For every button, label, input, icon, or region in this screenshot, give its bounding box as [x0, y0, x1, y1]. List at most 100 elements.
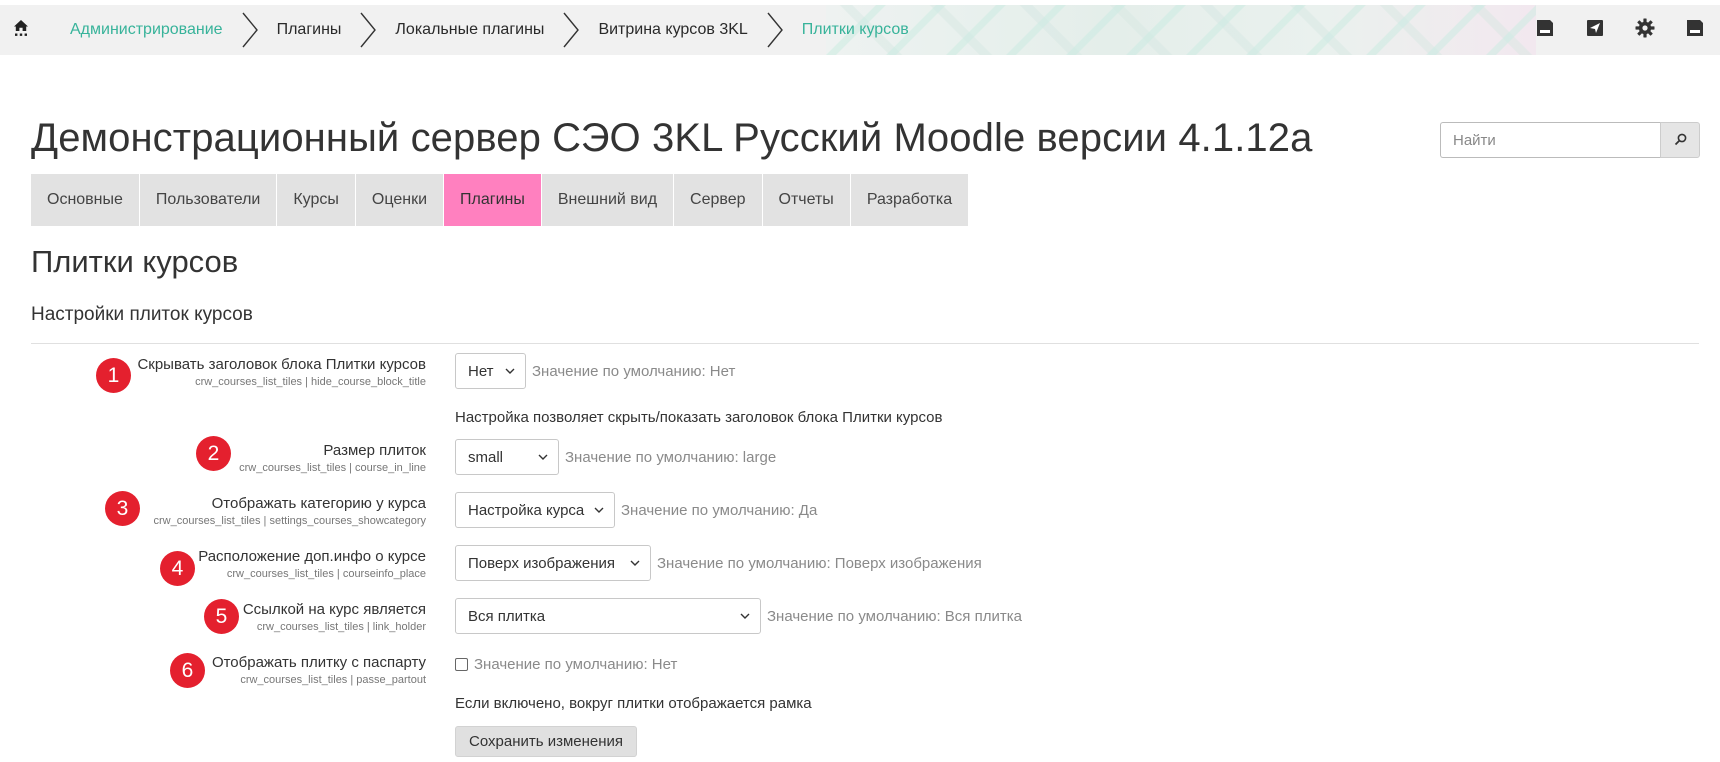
home-button[interactable] [0, 5, 42, 55]
setting-control: Поверх изображения Значение по умолчанию… [455, 545, 982, 581]
show-category-select[interactable]: Настройка курса [455, 492, 615, 528]
setting-key: crw_courses_list_tiles | courseinfo_plac… [226, 568, 426, 580]
setting-label: Отображать категорию у курса crw_courses… [154, 495, 426, 529]
tab-grades[interactable]: Оценки [355, 174, 444, 226]
search-icon [1674, 131, 1687, 150]
admin-tabs: Основные Пользователи Курсы Оценки Плаги… [31, 174, 969, 226]
hide-title-select[interactable]: Нет [455, 353, 526, 389]
setting-key: crw_courses_list_tiles | link_holder [256, 621, 426, 633]
select-value: Настройка курса [468, 501, 585, 519]
save-changes-button[interactable]: Сохранить изменения [455, 726, 638, 757]
chevron-down-icon [740, 611, 750, 621]
default-value: Значение по умолчанию: large [565, 448, 777, 466]
setting-description: Если включено, вокруг плитки отображаетс… [455, 695, 812, 712]
setting-key: crw_courses_list_tiles | course_in_line [239, 462, 426, 474]
breadcrumb-label[interactable]: Плагины [259, 21, 360, 39]
page-heading: Плитки курсов [31, 244, 239, 279]
select-value: Поверх изображения [468, 554, 615, 572]
step-badge: 1 [96, 358, 131, 393]
setting-name: Скрывать заголовок блока Плитки курсов [137, 356, 426, 373]
tab-general[interactable]: Основные [31, 174, 139, 226]
setting-control: Нет Значение по умолчанию: Нет [455, 353, 735, 389]
setting-label: Расположение доп.инфо о курсе crw_course… [198, 548, 426, 582]
setting-key: crw_courses_list_tiles | settings_course… [153, 515, 426, 527]
setting-control: Настройка курса Значение по умолчанию: Д… [455, 492, 817, 528]
tile-size-select[interactable]: small [455, 439, 559, 475]
default-value: Значение по умолчанию: Нет [474, 656, 678, 673]
search-form [1440, 122, 1700, 158]
chevron-down-icon [505, 366, 515, 376]
tab-reports[interactable]: Отчеты [762, 174, 850, 226]
breadcrumb-label[interactable]: Витрина курсов 3KL [580, 21, 765, 39]
top-navbar: Администрирование Плагины Локальные плаг… [0, 5, 1720, 55]
setting-control: Значение по умолчанию: Нет [455, 656, 677, 673]
setting-name: Отображать категорию у курса [211, 495, 426, 512]
chevron-right-icon [767, 12, 783, 48]
breadcrumb-label[interactable]: Локальные плагины [377, 21, 562, 39]
step-badge: 5 [204, 599, 239, 634]
breadcrumb-item-plugins[interactable]: Плагины [259, 5, 378, 55]
select-value: small [468, 448, 504, 466]
default-value: Значение по умолчанию: Поверх изображени… [657, 554, 982, 572]
chevron-down-icon [630, 558, 640, 568]
step-badge: 6 [170, 653, 205, 688]
setting-label: Ссылкой на курс является crw_courses_lis… [243, 601, 426, 635]
setting-key: crw_courses_list_tiles | hide_course_blo… [195, 376, 426, 388]
tab-appearance[interactable]: Внешний вид [541, 174, 674, 226]
tab-users[interactable]: Пользователи [139, 174, 277, 226]
passe-partout-checkbox[interactable] [455, 658, 468, 671]
default-value: Значение по умолчанию: Вся плитка [767, 607, 1022, 625]
save-button[interactable] [1670, 5, 1720, 55]
tab-plugins[interactable]: Плагины [444, 174, 541, 226]
setting-label: Скрывать заголовок блока Плитки курсов c… [137, 356, 426, 390]
breadcrumb-item-local-plugins[interactable]: Локальные плагины [377, 5, 580, 55]
setting-control: Вся плитка Значение по умолчанию: Вся пл… [455, 598, 1022, 634]
save-icon [1536, 19, 1554, 41]
step-badge: 3 [105, 491, 140, 526]
breadcrumb-item-course-showcase[interactable]: Витрина курсов 3KL [580, 5, 783, 55]
chevron-down-icon [594, 505, 604, 515]
search-input[interactable] [1440, 122, 1660, 158]
setting-label: Отображать плитку с паспарту crw_courses… [212, 654, 426, 688]
tab-development[interactable]: Разработка [850, 174, 969, 226]
navbar-decoration [826, 5, 1536, 55]
setting-name: Отображать плитку с паспарту [211, 654, 426, 671]
breadcrumb-label[interactable]: Плитки курсов [784, 21, 927, 39]
step-badge: 2 [196, 436, 231, 471]
link-holder-select[interactable]: Вся плитка [455, 598, 761, 634]
home-icon [13, 19, 29, 41]
gear-icon [1635, 18, 1655, 42]
send-button[interactable] [1570, 5, 1620, 55]
tab-courses[interactable]: Курсы [277, 174, 355, 226]
search-button[interactable] [1660, 122, 1700, 158]
setting-control: small Значение по умолчанию: large [455, 439, 776, 475]
send-icon [1586, 19, 1604, 41]
setting-name: Расположение доп.инфо о курсе [198, 548, 426, 565]
chevron-right-icon [563, 12, 580, 48]
navbar-actions [1520, 5, 1720, 55]
setting-name: Размер плиток [323, 442, 426, 459]
setting-description: Настройка позволяет скрыть/показать заго… [455, 409, 943, 426]
chevron-down-icon [538, 452, 548, 462]
courseinfo-place-select[interactable]: Поверх изображения [455, 545, 651, 581]
setting-name: Ссылкой на курс является [242, 601, 426, 618]
breadcrumb-item-course-tiles[interactable]: Плитки курсов [784, 5, 927, 55]
setting-label: Размер плиток crw_courses_list_tiles | c… [239, 442, 426, 476]
select-value: Нет [468, 362, 494, 380]
breadcrumb: Администрирование Плагины Локальные плаг… [52, 5, 927, 55]
settings-button[interactable] [1620, 5, 1670, 55]
chevron-right-icon [360, 12, 377, 48]
save-button[interactable] [1520, 5, 1570, 55]
setting-key: crw_courses_list_tiles | passe_partout [240, 674, 426, 686]
save-icon [1686, 19, 1704, 41]
chevron-right-icon [242, 12, 258, 48]
default-value: Значение по умолчанию: Нет [532, 362, 736, 380]
section-heading: Настройки плиток курсов [31, 304, 253, 325]
breadcrumb-item-admin[interactable]: Администрирование [52, 5, 259, 55]
select-value: Вся плитка [468, 607, 546, 625]
section-divider [31, 343, 1699, 344]
site-title: Демонстрационный сервер СЭО 3KL Русский … [31, 116, 1313, 160]
tab-server[interactable]: Сервер [674, 174, 762, 226]
default-value: Значение по умолчанию: Да [621, 501, 818, 519]
breadcrumb-label[interactable]: Администрирование [52, 21, 241, 39]
